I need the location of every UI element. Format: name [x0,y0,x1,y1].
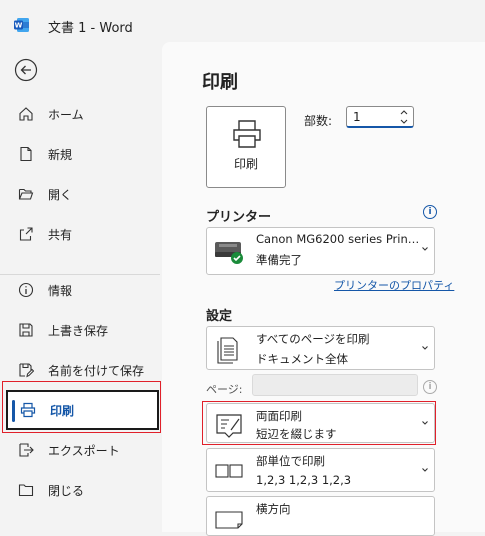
close-folder-icon [16,480,36,500]
print-button[interactable]: 印刷 [206,106,286,188]
sidebar-item-new[interactable]: 新規 [6,136,160,172]
pages-icon [217,337,238,364]
printer-properties-link[interactable]: プリンターのプロパティ [334,277,454,293]
sidebar-item-label: 新規 [48,147,73,162]
sidebar-item-close[interactable]: 閉じる [6,472,160,508]
settings-section-heading: 設定 [206,309,233,324]
svg-text:W: W [15,22,23,30]
sidebar-item-export[interactable]: エクスポート [6,432,160,468]
setting-line1: 横方向 [256,502,291,516]
printer-section-heading: プリンター [206,210,272,225]
sidebar-item-label: 閉じる [48,483,85,498]
word-logo-icon: W [14,18,29,32]
copies-label: 部数: [304,114,333,128]
sidebar-item-label: 上書き保存 [48,323,109,338]
collate-dropdown[interactable]: 部単位で印刷 1,2,3 1,2,3 1,2,3 [206,448,435,492]
chevron-down-icon [422,468,428,472]
printer-info-icon[interactable]: i [423,205,437,219]
spin-arrows-icon[interactable] [399,108,409,126]
sidebar-item-open[interactable]: 開く [6,176,160,212]
save-icon [16,320,36,340]
save-as-icon [16,360,36,380]
sidebar-item-info[interactable]: 情報 [6,272,160,308]
back-arrow-icon[interactable] [14,58,38,82]
printer-name: Canon MG6200 series Prin… [256,232,420,246]
print-button-label: 印刷 [233,157,258,171]
copies-stepper[interactable]: 1 [346,106,414,128]
share-icon [16,224,36,244]
sidebar-item-label: ホーム [48,107,84,122]
setting-line2: ドキュメント全体 [256,352,348,366]
export-icon [16,440,36,460]
chevron-down-icon [422,346,428,350]
highlight-box-print-nav [2,381,161,433]
pages-label: ページ: [206,383,243,396]
info-icon [16,280,36,300]
printer-status: 準備完了 [256,253,302,267]
setting-line1: すべてのページを印刷 [256,332,370,346]
sidebar-item-home[interactable]: ホーム [6,96,160,132]
home-icon [16,104,36,124]
window-title: 文書 1 - Word [48,21,133,36]
orientation-dropdown[interactable]: 横方向 [206,496,435,536]
printer-device-icon [215,242,243,264]
copies-value: 1 [353,110,361,124]
sidebar-item-label: エクスポート [48,443,120,458]
landscape-icon [215,511,243,529]
collate-icon [215,464,243,478]
printer-icon [233,120,261,148]
folder-open-icon [16,184,36,204]
sidebar-item-label: 名前を付けて保存 [48,363,145,378]
sidebar-item-label: 情報 [48,283,73,298]
new-document-icon [16,144,36,164]
sidebar-item-share[interactable]: 共有 [6,216,160,252]
sidebar-item-label: 開く [48,187,73,202]
pages-info-icon: i [423,380,437,394]
pages-input [252,374,418,396]
backstage-sidebar: ホーム 新規 開く 共有 情報 上書き保存 名前を付けて保存 印刷 エクスポート… [0,50,162,532]
highlight-box-duplex [202,401,436,445]
print-panel: 印刷 印刷 部数: 1 プリンター i Canon MG6200 series … [162,42,485,536]
page-title: 印刷 [202,72,238,93]
sidebar-item-save[interactable]: 上書き保存 [6,312,160,348]
setting-line2: 1,2,3 1,2,3 1,2,3 [256,473,352,487]
printer-dropdown[interactable]: Canon MG6200 series Prin… 準備完了 [206,227,435,275]
sidebar-item-label: 共有 [48,227,73,242]
chevron-down-icon [422,247,428,251]
print-range-dropdown[interactable]: すべてのページを印刷 ドキュメント全体 [206,326,435,370]
setting-line1: 部単位で印刷 [256,454,325,468]
